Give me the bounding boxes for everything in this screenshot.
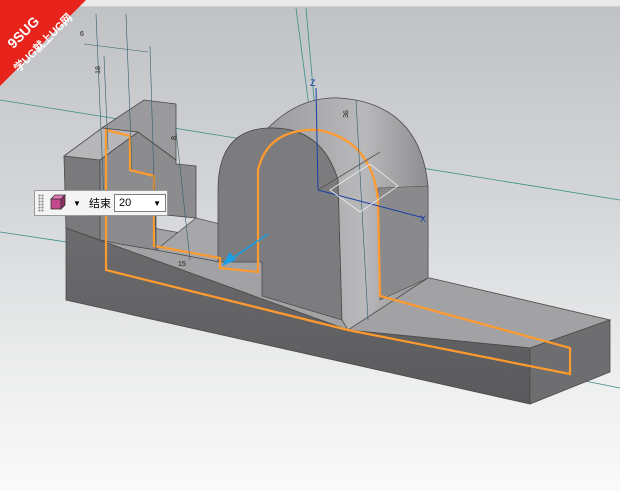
extent-type-button[interactable]: ▼ bbox=[49, 193, 87, 213]
dim-label-36[interactable]: 36 bbox=[343, 110, 350, 118]
dim-label-8[interactable]: 8 bbox=[171, 136, 178, 140]
watermark-logo: 9SUG 学UG就上UG网 bbox=[0, 0, 86, 86]
end-value: 20 bbox=[119, 197, 132, 209]
extent-end-toolbar: ▼ 结束 20 ▼ bbox=[34, 190, 168, 216]
chevron-down-icon[interactable]: ▼ bbox=[153, 199, 161, 208]
end-value-field[interactable]: 20 ▼ bbox=[114, 194, 166, 212]
model-scene[interactable]: 6 18 8 15 36 Z X bbox=[0, 0, 620, 491]
end-label: 结束 bbox=[89, 198, 111, 210]
solid-extrude-icon bbox=[50, 194, 66, 210]
z-axis-label: Z bbox=[310, 78, 316, 88]
chevron-down-icon: ▼ bbox=[73, 198, 81, 208]
x-axis-label: X bbox=[420, 214, 426, 224]
dim-label-15[interactable]: 15 bbox=[178, 261, 186, 268]
graphics-viewport[interactable]: 6 18 8 15 36 Z X 9SUG 学UG就上UG网 ▼ 结束 20 ▼ bbox=[0, 0, 620, 491]
drag-handle[interactable] bbox=[38, 194, 44, 212]
dim-label-18[interactable]: 18 bbox=[95, 66, 102, 74]
